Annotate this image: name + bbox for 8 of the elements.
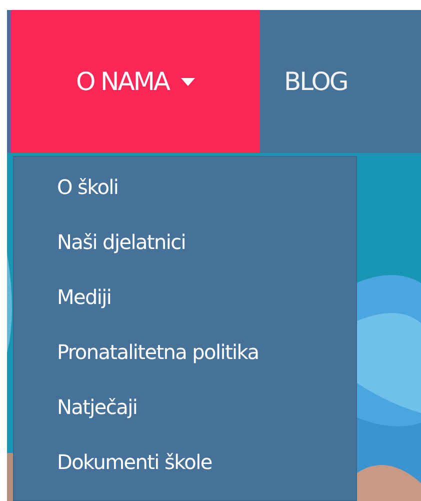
nav-tab[interactable]: O NAMA xyxy=(11,10,260,153)
menu-item[interactable]: Pronatalitetna politika xyxy=(14,335,356,390)
menu-item[interactable]: Mediji xyxy=(14,280,356,335)
menu-item[interactable]: Natječaji xyxy=(14,390,356,445)
menu-item[interactable]: O školi xyxy=(14,170,356,225)
nav-tab[interactable]: BLOG xyxy=(260,10,372,153)
menu-item[interactable]: Naši djelatnici xyxy=(14,225,356,280)
menu-item[interactable]: Dokumenti škole xyxy=(14,445,356,500)
